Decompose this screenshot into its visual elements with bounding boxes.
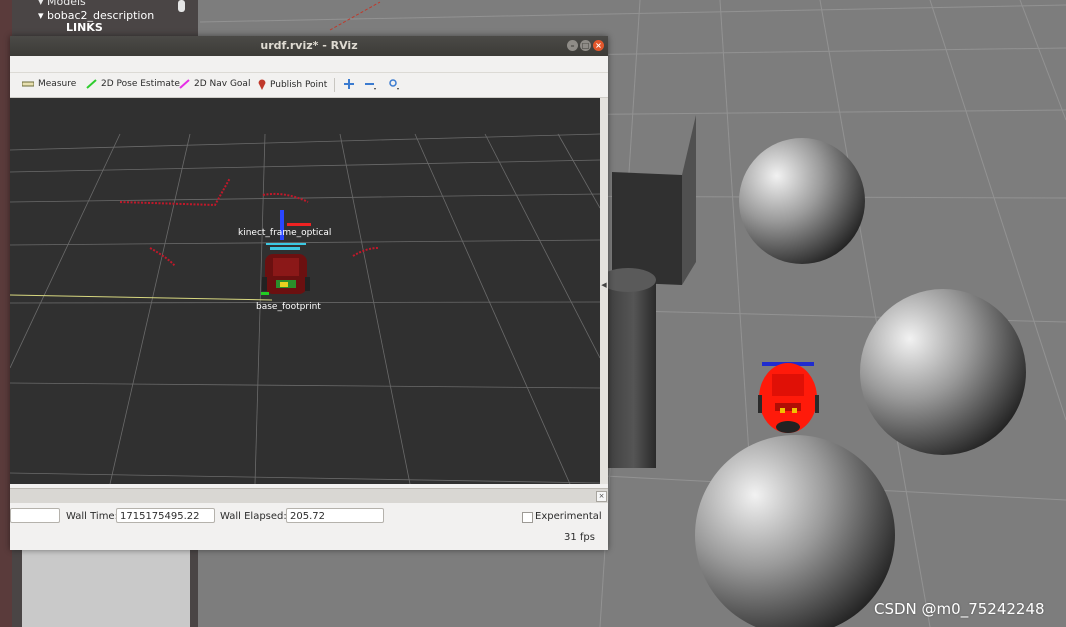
rviz-toolbar: Measure 2D Pose Estimate 2D Nav Goal Pub…	[10, 73, 608, 98]
3d-viewport[interactable]: kinect_frame_optical base_footprint	[10, 98, 600, 484]
wall-time-field[interactable]: 1715175495.22	[116, 508, 215, 523]
tree-scrollbar[interactable]	[178, 0, 185, 12]
nav-goal-tool-button[interactable]: 2D Nav Goal	[179, 79, 250, 89]
fps-readout: 31 fps	[564, 532, 595, 543]
publish-point-tool-button[interactable]: Publish Point	[258, 79, 327, 90]
maximize-button[interactable]: □	[580, 40, 591, 51]
menu-bar	[10, 56, 608, 73]
wall-elapsed-field[interactable]: 205.72	[286, 508, 384, 523]
pose-estimate-icon	[86, 79, 97, 89]
measure-tool-button[interactable]: Measure	[22, 79, 76, 89]
expand-arrow-icon[interactable]: ▾	[38, 0, 44, 8]
window-close-icon[interactable]: ×	[596, 491, 607, 502]
time-panel: Wall Time: 1715175495.22 Wall Elapsed: 2…	[10, 503, 608, 550]
pose-estimate-tool-button[interactable]: 2D Pose Estimate	[86, 79, 180, 89]
window-title: urdf.rviz* - RViz	[260, 39, 358, 52]
window-close-button[interactable]: ×	[593, 40, 604, 51]
collapse-arrow-icon[interactable]: ◀	[600, 281, 608, 289]
watermark: CSDN @m0_75242248	[874, 600, 1045, 618]
frame-label-kinect: kinect_frame_optical	[238, 228, 331, 238]
zoom-icon[interactable]	[365, 79, 377, 91]
experimental-label: Experimental	[535, 511, 602, 522]
expand-arrow-icon[interactable]: ▾	[38, 9, 44, 22]
ros-elapsed-field[interactable]	[10, 508, 60, 523]
view-icon[interactable]	[388, 78, 400, 91]
toolbar-separator	[334, 78, 335, 92]
measure-icon	[22, 81, 34, 87]
nav-goal-icon	[179, 79, 190, 89]
wall-time-label: Wall Time:	[66, 511, 118, 522]
minimize-button[interactable]: –	[567, 40, 578, 51]
time-panel-header: ×	[10, 488, 608, 503]
frame-label-base: base_footprint	[256, 302, 321, 312]
move-camera-icon[interactable]	[344, 79, 354, 89]
tree-item-links[interactable]: LINKS	[66, 21, 103, 34]
window-titlebar[interactable]: urdf.rviz* - RViz – □ ×	[10, 36, 608, 56]
publish-point-icon	[258, 79, 266, 90]
rviz-window: urdf.rviz* - RViz – □ × Measure 2D Pose …	[10, 36, 608, 550]
viewport-render[interactable]: kinect_frame_optical base_footprint	[10, 98, 600, 484]
experimental-checkbox[interactable]	[522, 512, 533, 523]
tree-item-models[interactable]: ▾ Models	[38, 0, 86, 8]
wall-elapsed-label: Wall Elapsed:	[220, 511, 287, 522]
side-panel-collapse-bar[interactable]	[600, 98, 608, 484]
